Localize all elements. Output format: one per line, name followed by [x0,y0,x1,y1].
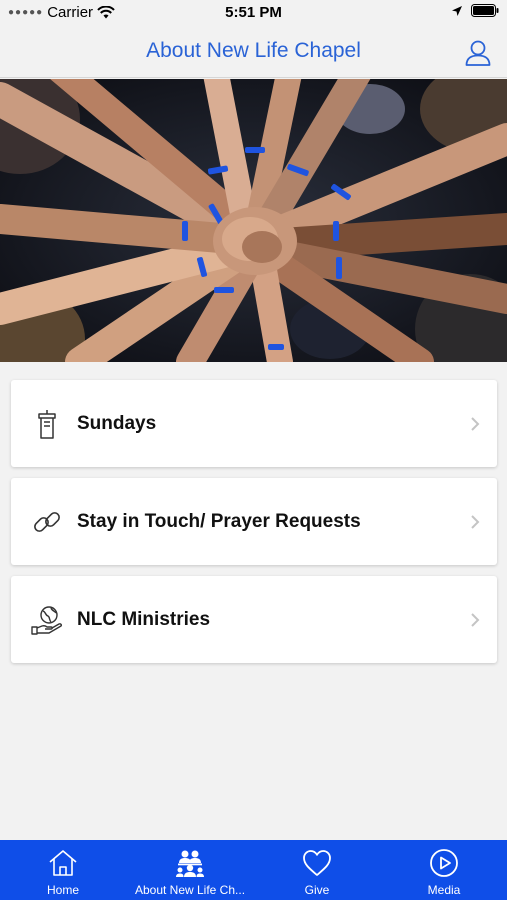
tab-home[interactable]: Home [0,840,126,900]
tab-about[interactable]: About New Life Ch... [127,840,253,900]
chevron-right-icon [471,417,480,431]
people-icon [176,850,204,877]
hero-image [0,79,507,362]
tab-bar: Home About New Life Ch... Give Media [0,840,507,900]
status-time: 5:51 PM [225,4,282,21]
battery-icon [471,4,499,17]
nav-bar: About New Life Chapel [0,26,507,78]
podium-icon [38,410,56,439]
tab-give[interactable]: Give [254,840,380,900]
chevron-right-icon [471,515,480,529]
heart-icon [303,850,331,876]
status-bar: ●●●●● Carrier 5:51 PM [0,0,507,26]
person-icon [465,40,491,66]
tab-media[interactable]: Media [381,840,507,900]
menu-item-sundays[interactable]: Sundays [11,380,497,467]
menu-item-label: NLC Ministries [77,609,211,630]
link-icon [34,512,60,532]
menu-item-stay-in-touch[interactable]: Stay in Touch/ Prayer Requests [11,478,497,565]
menu-item-nlc-ministries[interactable]: NLC Ministries [11,576,497,663]
menu-item-label: Sundays [77,413,157,434]
tab-label: About New Life Ch... [134,883,246,897]
tab-label: Give [304,883,330,897]
play-icon [430,849,458,877]
tab-label: Media [427,883,461,897]
hand-globe-icon [31,606,63,635]
tab-label: Home [46,883,79,897]
page-title: About New Life Chapel [146,39,361,62]
profile-button[interactable] [463,38,493,68]
status-right [451,4,499,17]
home-icon [49,850,77,876]
location-arrow-icon [452,5,462,16]
menu-item-label: Stay in Touch/ Prayer Requests [77,511,361,532]
chevron-right-icon [471,613,480,627]
